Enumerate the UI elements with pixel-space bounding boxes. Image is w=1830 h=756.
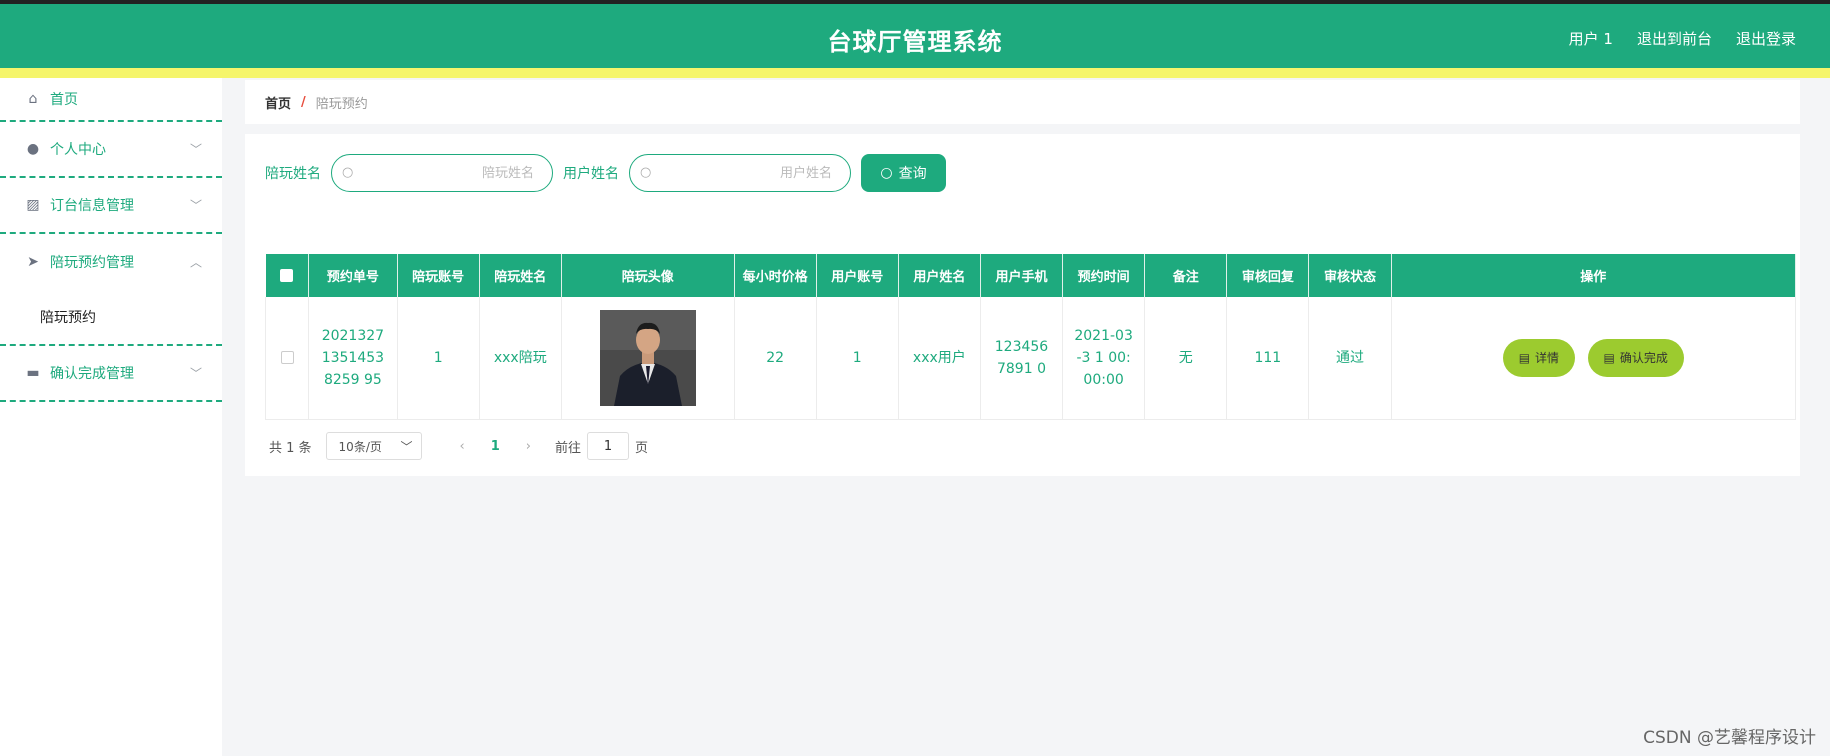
chevron-up-icon: ︿ [189,255,202,270]
cell-order-no: 202132713514538259 95 [308,297,398,420]
column-header[interactable]: 陪玩姓名 [479,254,562,297]
sidebar-item-table-booking[interactable]: ▨ 订台信息管理 ﹀ [0,178,222,234]
breadcrumb: 首页 / 陪玩预约 [245,80,1800,124]
send-icon: ➤ [27,254,39,270]
column-header[interactable]: 审核状态 [1308,254,1392,297]
row-checkbox[interactable] [280,351,294,365]
column-header[interactable]: 操作 [1391,254,1797,297]
search-icon: ○ [880,165,893,181]
top-bar: 台球厅管理系统 用户 1 退出到前台 退出登录 [0,0,1830,68]
search-icon: ○ [640,165,652,180]
sidebar-item-home[interactable]: ⌂ 首页 [0,78,222,122]
column-header[interactable]: 陪玩头像 [561,254,735,297]
cell-user-account: 1 [816,297,899,420]
column-header[interactable]: 预约时间 [1062,254,1146,297]
cell-booking-time: 2021-03-3 1 00:00:00 [1062,297,1146,420]
cell-review-status: 通过 [1308,297,1392,420]
search-form: 陪玩姓名 ○ 用户姓名 ○ ○ 查询 [265,154,946,192]
column-header[interactable]: 备注 [1144,254,1228,297]
goto-label: 前往 [555,440,582,456]
chevron-down-icon: ﹀ [400,439,413,454]
breadcrumb-current: 陪玩预约 [315,96,368,112]
home-icon: ⌂ [28,91,38,107]
back-to-front-link[interactable]: 退出到前台 [1637,28,1712,49]
cell-player-account: 1 [397,297,480,420]
accent-strip [0,68,1830,78]
cell-player-avatar [561,297,735,420]
cell-review-reply: 111 [1226,297,1310,420]
column-header[interactable]: 用户姓名 [898,254,981,297]
search-box-player: ○ [331,154,553,192]
select-all-checkbox[interactable] [280,269,294,282]
chevron-down-icon: ﹀ [189,142,202,157]
cell-user-name: xxx用户 [898,297,981,420]
sidebar-item-label: 个人中心 [50,142,106,158]
page-number[interactable]: 1 [491,439,500,454]
page-size-value: 10条/页 [338,439,382,454]
cell-price: 22 [734,297,817,420]
confirm-button-label: 确认完成 [1619,351,1668,366]
search-button[interactable]: ○ 查询 [861,154,946,192]
search-label-player: 陪玩姓名 [265,166,321,182]
chevron-down-icon: ﹀ [189,198,202,213]
sidebar-item-companion-booking[interactable]: ➤ 陪玩预约管理 ︿ [0,234,222,290]
breadcrumb-home[interactable]: 首页 [265,93,291,112]
column-header[interactable]: 用户手机 [980,254,1064,297]
search-icon: ○ [342,165,354,180]
player-avatar-image [599,309,696,406]
confirm-complete-button[interactable]: ▤ 确认完成 [1587,338,1684,377]
search-box-user: ○ [629,154,851,192]
user-link[interactable]: 用户 1 [1569,28,1613,49]
table-row: 202132713514538259 95 1 xxx陪玩 22 1 xxx用户… [264,297,1797,420]
sidebar-item-label: 陪玩预约管理 [50,255,134,271]
sidebar-item-confirm-complete[interactable]: ▬ 确认完成管理 ﹀ [0,346,222,402]
column-header[interactable]: 每小时价格 [734,254,817,297]
breadcrumb-separator: / [301,94,306,110]
main-panel: 陪玩姓名 ○ 用户姓名 ○ ○ 查询 预约单号 陪玩账号 陪玩姓名 陪玩头 [245,134,1800,476]
search-button-label: 查询 [898,166,927,182]
top-links: 用户 1 退出到前台 退出登录 [1569,28,1796,49]
sidebar-item-personal-center[interactable]: ● 个人中心 ﹀ [0,122,222,178]
total-count: 共 1 条 [269,440,312,456]
logout-link[interactable]: 退出登录 [1736,28,1796,49]
booking-table: 预约单号 陪玩账号 陪玩姓名 陪玩头像 每小时价格 用户账号 用户姓名 用户手机… [264,254,1797,420]
sidebar-item-label: 首页 [50,92,78,108]
box-icon: ▬ [26,365,40,381]
document-icon: ▤ [1603,350,1615,365]
pagination: 共 1 条 10条/页 ﹀ ‹ 1 › 前往 页 [269,432,648,460]
watermark: CSDN @艺馨程序设计 [1643,728,1816,748]
column-header[interactable]: 陪玩账号 [397,254,480,297]
detail-button-label: 详情 [1535,351,1560,366]
chevron-down-icon: ﹀ [189,366,202,381]
select-all-cell [265,254,310,297]
cell-remark: 无 [1144,297,1228,420]
user-name-input[interactable] [660,163,832,183]
app-title: 台球厅管理系统 [827,28,1003,56]
player-name-input[interactable] [362,163,534,183]
page-suffix: 页 [635,440,649,456]
user-icon: ● [26,141,40,157]
sidebar-item-label: 确认完成管理 [50,366,134,382]
cell-actions: ▤ 详情 ▤ 确认完成 [1391,297,1797,420]
column-header[interactable]: 预约单号 [308,254,398,297]
column-header[interactable]: 用户账号 [816,254,899,297]
sidebar-item-label: 订台信息管理 [50,198,134,214]
detail-button[interactable]: ▤ 详情 [1502,338,1576,377]
column-header[interactable]: 审核回复 [1226,254,1310,297]
search-label-user: 用户姓名 [563,166,619,182]
next-page-button[interactable]: › [526,439,531,454]
goto-page-input[interactable] [587,432,630,460]
cell-user-phone: 1234567891 0 [980,297,1064,420]
sidebar: ⌂ 首页 ● 个人中心 ﹀ ▨ 订台信息管理 ﹀ ➤ 陪玩预约管理 ︿ 陪玩预约… [0,78,222,756]
row-select-cell [264,297,310,420]
cell-player-name: xxx陪玩 [479,297,562,420]
table-header-row: 预约单号 陪玩账号 陪玩姓名 陪玩头像 每小时价格 用户账号 用户姓名 用户手机… [265,254,1797,297]
document-icon: ▤ [1518,350,1531,365]
prev-page-button[interactable]: ‹ [460,439,465,454]
chart-icon: ▨ [26,197,40,213]
page-size-select[interactable]: 10条/页 ﹀ [325,432,422,460]
sidebar-subitem-companion-booking[interactable]: 陪玩预约 [0,290,222,346]
